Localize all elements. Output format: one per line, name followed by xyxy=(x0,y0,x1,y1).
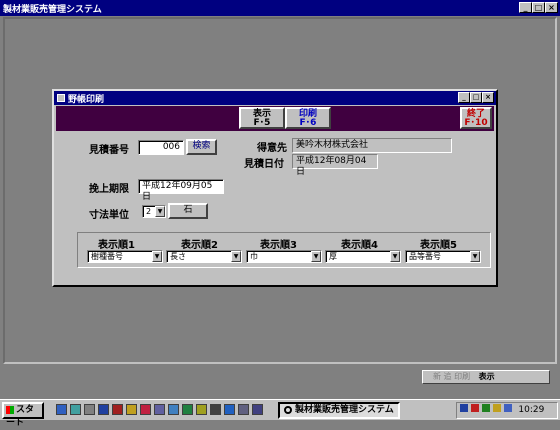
excel-icon[interactable] xyxy=(182,404,193,415)
sort-order-5-label: 表示順5 xyxy=(420,240,457,251)
nav-label: 表示 xyxy=(478,372,495,381)
sort-order-4-value: 厚 xyxy=(329,252,337,261)
misc-icon[interactable] xyxy=(252,404,263,415)
unit-select[interactable]: 2 ▼ xyxy=(142,205,166,218)
record-nav-bar: 新 追 印刷 表示 xyxy=(422,370,550,384)
pen-icon[interactable] xyxy=(460,404,468,412)
scissors-icon[interactable] xyxy=(154,404,165,415)
folder-icon[interactable] xyxy=(196,404,207,415)
dialog-titlebar: 野帳印刷 _ □ × xyxy=(54,91,496,105)
exit-button-key: F･10 xyxy=(464,118,488,128)
app-title: 製材業販売管理システム xyxy=(3,4,102,15)
sort-order-1-select[interactable]: 樹種番号 ▼ xyxy=(87,250,163,263)
dialog-maximize-button[interactable]: □ xyxy=(470,92,482,103)
print-button[interactable]: 印刷 F･6 xyxy=(285,107,331,129)
estimate-no-input[interactable]: 006 xyxy=(138,140,184,155)
windows-logo-icon xyxy=(6,405,14,414)
chevron-down-icon[interactable]: ▼ xyxy=(311,251,321,262)
search-button[interactable]: 検索 xyxy=(186,139,217,155)
print-button-key: F･6 xyxy=(299,118,317,128)
chevron-down-icon[interactable]: ▼ xyxy=(390,251,400,262)
access-icon[interactable] xyxy=(126,404,137,415)
form-icon xyxy=(57,94,65,102)
volume-icon[interactable] xyxy=(492,404,501,412)
powerpoint-icon[interactable] xyxy=(140,404,151,415)
chevron-down-icon[interactable]: ▼ xyxy=(152,251,162,262)
display-button-key: F･5 xyxy=(253,118,271,128)
chevron-down-icon[interactable]: ▼ xyxy=(470,251,480,262)
client-field: 美吟木材株式会社 xyxy=(292,138,452,153)
info-icon[interactable] xyxy=(224,404,235,415)
monitor-icon[interactable] xyxy=(238,404,249,415)
maximize-button[interactable]: □ xyxy=(532,2,545,13)
clock: 10:29 xyxy=(518,405,545,415)
sort-order-3-value: 巾 xyxy=(250,252,258,261)
exit-button[interactable]: 終了 F･10 xyxy=(460,107,492,129)
deadline-input[interactable]: 平成12年09月05日 xyxy=(138,179,224,202)
network-icon[interactable] xyxy=(503,404,512,412)
sort-order-1-value: 樹種番号 xyxy=(91,252,123,261)
ie-icon[interactable] xyxy=(56,404,67,415)
unit-label: 寸法単位 xyxy=(89,210,129,221)
ime-icon[interactable] xyxy=(481,404,490,412)
pencil-icon[interactable] xyxy=(470,404,479,412)
display-button[interactable]: 表示 F･5 xyxy=(239,107,285,129)
taskbar-app-label: 製材業販売管理システム xyxy=(295,405,394,415)
estimate-date-label: 見積日付 xyxy=(244,159,284,170)
dialog-title: 野帳印刷 xyxy=(68,94,105,105)
sort-order-4-label: 表示順4 xyxy=(341,240,378,251)
word-icon[interactable] xyxy=(98,404,109,415)
sort-order-5-select[interactable]: 品等番号 ▼ xyxy=(405,250,481,263)
sort-order-4-select[interactable]: 厚 ▼ xyxy=(325,250,401,263)
outlook-icon[interactable] xyxy=(70,404,81,415)
sort-order-2-select[interactable]: 長さ ▼ xyxy=(166,250,242,263)
sort-order-5-value: 品等番号 xyxy=(409,252,441,261)
start-button[interactable]: スタート xyxy=(2,402,44,428)
sort-order-1-label: 表示順1 xyxy=(98,240,135,251)
dialog-close-button[interactable]: × xyxy=(482,92,494,103)
taskbar-app-button[interactable]: 製材業販売管理システム xyxy=(278,402,400,419)
estimate-date-field: 平成12年08月04日 xyxy=(292,154,378,177)
close-button[interactable]: × xyxy=(545,2,558,13)
chevron-down-icon[interactable]: ▼ xyxy=(155,206,165,217)
sort-order-2-label: 表示順2 xyxy=(181,240,218,251)
show-desktop-icon[interactable] xyxy=(84,404,95,415)
chevron-down-icon[interactable]: ▼ xyxy=(231,251,241,262)
app-titlebar: 製材業販売管理システム _ □ × xyxy=(0,0,560,16)
unit-name-button[interactable]: 石 xyxy=(168,203,208,219)
sort-order-2-value: 長さ xyxy=(170,252,186,261)
client-label: 得意先 xyxy=(257,143,287,154)
taskbar: スタート 製材業販売管理システム 10:29 xyxy=(0,399,560,428)
system-tray: 10:29 xyxy=(456,402,558,419)
sort-order-3-select[interactable]: 巾 ▼ xyxy=(246,250,322,263)
unit-select-value: 2 xyxy=(146,207,152,216)
nav-text: 新 追 印刷 xyxy=(433,372,471,381)
sort-order-3-label: 表示順3 xyxy=(260,240,297,251)
deadline-label: 挽上期限 xyxy=(89,184,129,195)
minimize-button[interactable]: _ xyxy=(519,2,532,13)
tool-icon[interactable] xyxy=(168,404,179,415)
gear-icon[interactable] xyxy=(210,404,221,415)
search-icon xyxy=(284,405,292,414)
dialog-minimize-button[interactable]: _ xyxy=(458,92,470,103)
app-icon[interactable] xyxy=(112,404,123,415)
estimate-no-label: 見積番号 xyxy=(89,145,129,156)
field-book-print-dialog: 野帳印刷 _ □ × 表示 F･5 印刷 F･6 終了 F･10 見積番号 00… xyxy=(52,89,498,287)
function-toolbar: 表示 F･5 印刷 F･6 終了 F･10 xyxy=(56,106,494,131)
